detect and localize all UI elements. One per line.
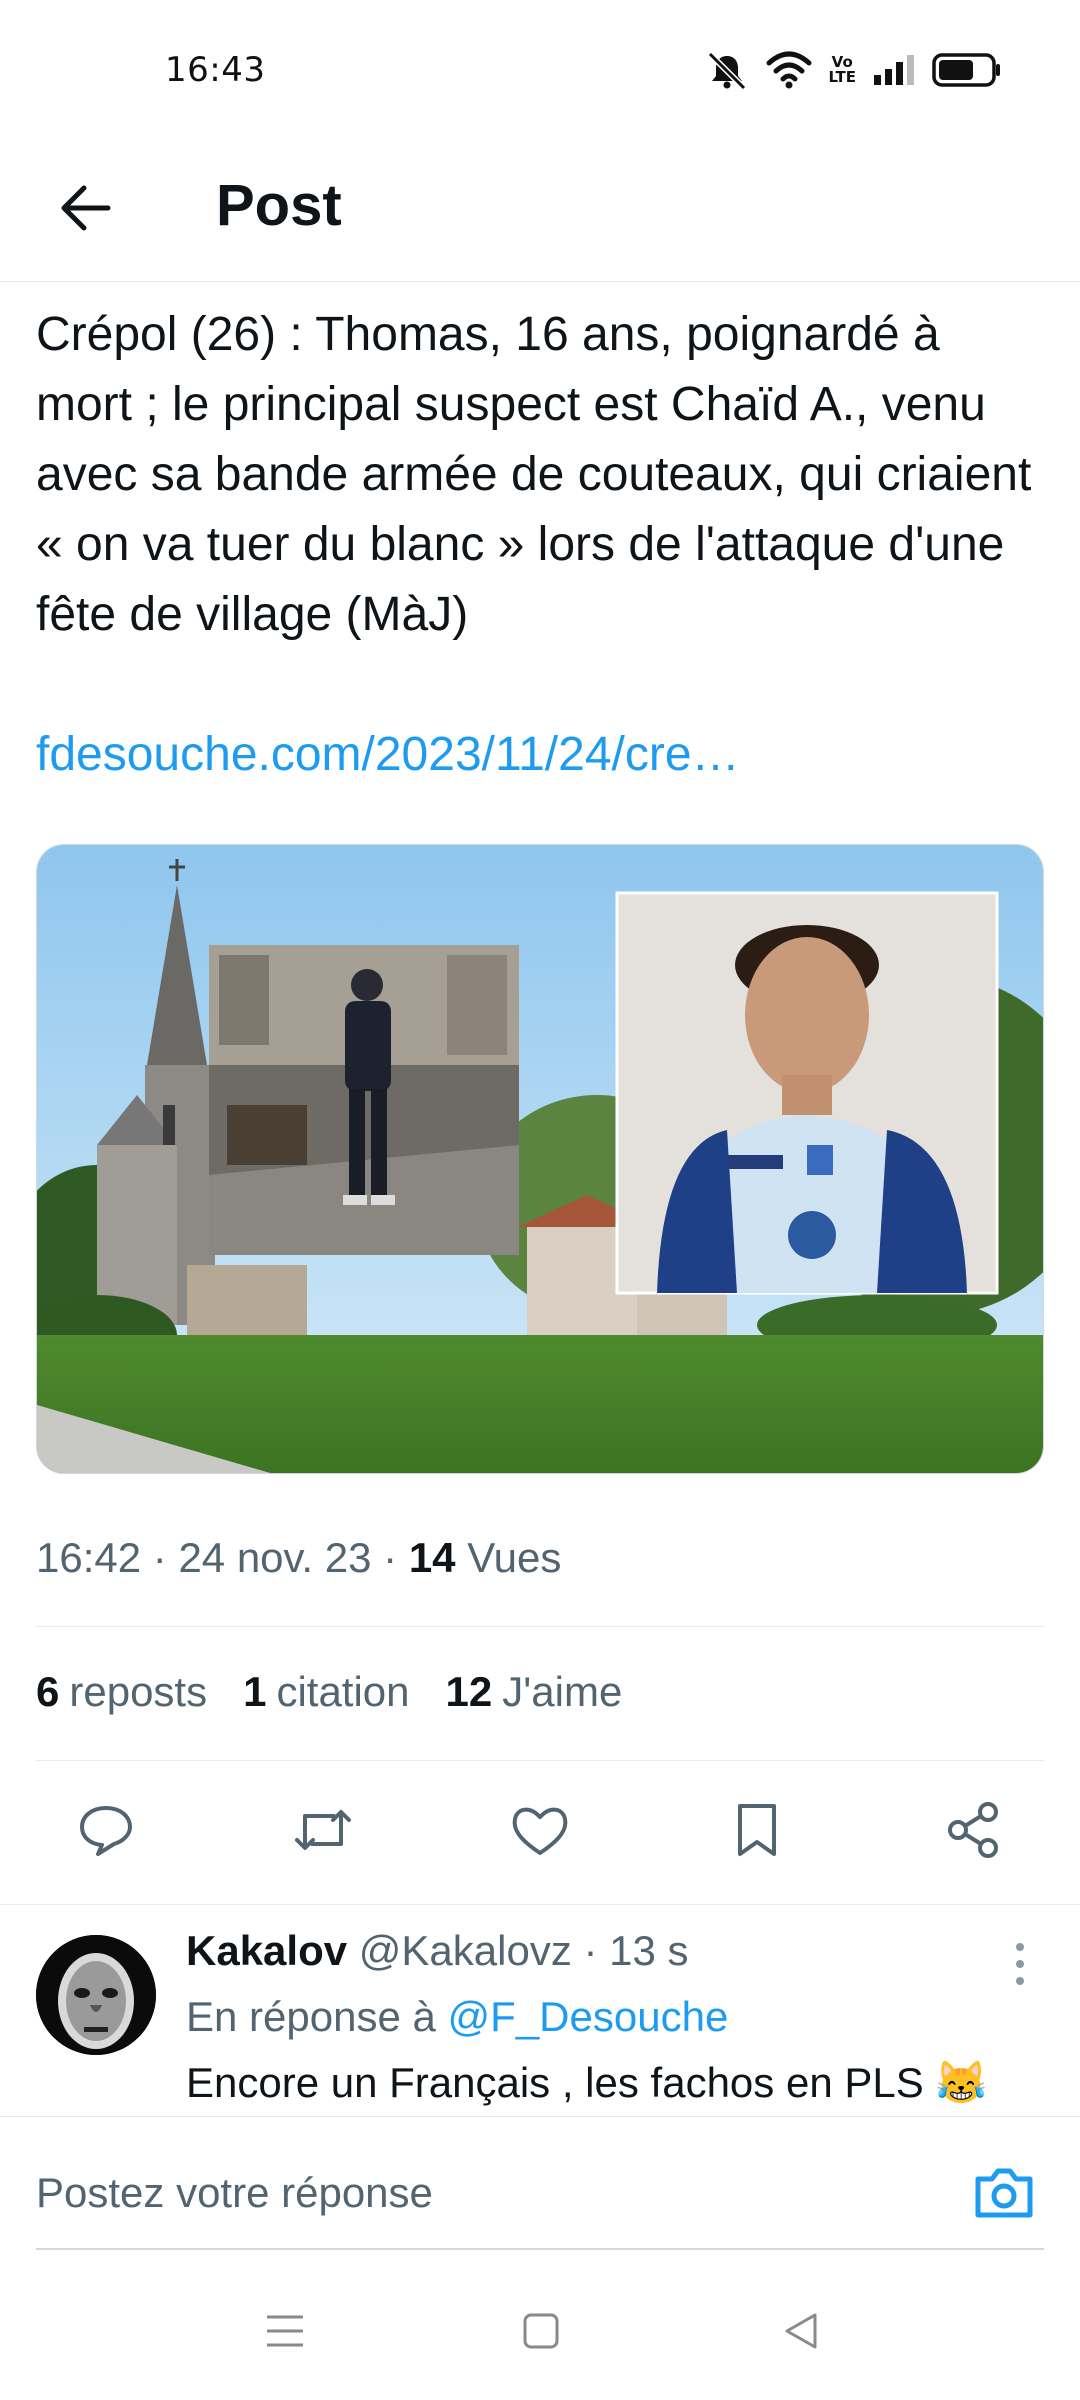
camera-icon <box>975 2168 1033 2218</box>
camera-button[interactable] <box>972 2163 1036 2223</box>
post-time: 16:42 <box>36 1534 142 1581</box>
bookmark-button[interactable] <box>721 1794 793 1866</box>
battery-icon <box>932 52 1002 88</box>
wifi-icon <box>766 51 812 89</box>
post-image[interactable] <box>36 844 1044 1474</box>
reply-author-name[interactable]: Kakalov <box>186 1927 347 1974</box>
reply-body: Encore un Français , les fachos en PLS <box>186 2059 924 2106</box>
reply-button[interactable] <box>70 1794 142 1866</box>
quotes-label: citation <box>276 1668 410 1715</box>
volte-bottom-label: LTE <box>828 68 856 86</box>
more-options-button[interactable] <box>1010 1939 1030 1989</box>
reply-author-handle[interactable]: @Kakalovz <box>359 1927 572 1974</box>
status-bar: 16:43 Vo LTE <box>0 0 1080 140</box>
more-vertical-icon <box>1016 1943 1024 1985</box>
menu-button[interactable] <box>260 2306 310 2356</box>
meta-separator: · <box>152 1534 179 1581</box>
reply-composer: Postez votre réponse <box>0 2116 1080 2256</box>
post-meta: 16:42 · 24 nov. 23 · 14 Vues <box>36 1534 561 1582</box>
nav-back-button[interactable] <box>776 2306 826 2356</box>
avatar[interactable] <box>36 1935 156 2055</box>
page-title: Post <box>216 173 342 238</box>
back-button[interactable] <box>48 170 124 246</box>
system-navigation-bar <box>0 2256 1080 2400</box>
post-stats: 6 reposts 1 citation 12 J'aime <box>36 1668 622 1716</box>
reposts-label: reposts <box>69 1668 208 1715</box>
mute-icon <box>704 50 750 90</box>
share-button[interactable] <box>938 1794 1010 1866</box>
repost-icon <box>295 1810 351 1850</box>
views-label: Vues <box>467 1534 562 1581</box>
post-date: 24 nov. 23 <box>178 1534 372 1581</box>
divider <box>36 1626 1044 1627</box>
reposts-stat[interactable]: 6 reposts <box>36 1668 207 1716</box>
reply-age: 13 s <box>609 1927 689 1974</box>
top-app-bar: Post <box>0 140 1080 282</box>
cat-laughing-emoji: 😹 <box>935 2059 988 2106</box>
back-triangle-icon <box>785 2313 817 2349</box>
post-link[interactable]: fdesouche.com/2023/11/24/cre… <box>36 720 740 790</box>
post-image-illustration <box>37 845 1043 1473</box>
home-square-icon <box>523 2313 559 2349</box>
quotes-count: 1 <box>243 1668 267 1715</box>
likes-count: 12 <box>445 1668 493 1715</box>
in-reply-to-label: En réponse à <box>186 1993 436 2040</box>
home-button[interactable] <box>516 2306 566 2356</box>
signal-icon <box>872 53 916 87</box>
post-action-bar <box>36 1790 1044 1870</box>
post-text: Crépol (26) : Thomas, 16 ans, poignardé … <box>36 308 1032 641</box>
status-icons: Vo LTE <box>704 48 1002 92</box>
bookmark-icon <box>738 1804 776 1856</box>
menu-icon <box>267 2315 303 2347</box>
likes-label: J'aime <box>502 1668 623 1715</box>
quotes-stat[interactable]: 1 citation <box>243 1668 409 1716</box>
reply-icon <box>80 1806 132 1856</box>
reply-input[interactable]: Postez votre réponse <box>36 2169 433 2217</box>
meta-separator: · <box>583 1927 610 1974</box>
reply-item[interactable]: Kakalov @Kakalovz · 13 s En réponse à @F… <box>0 1905 1080 2115</box>
volte-icon: Vo LTE <box>828 55 856 85</box>
like-button[interactable] <box>504 1794 576 1866</box>
share-icon <box>948 1802 998 1858</box>
views-count: 14 <box>408 1534 456 1581</box>
in-reply-to-mention[interactable]: @F_Desouche <box>448 1993 729 2040</box>
in-reply-to: En réponse à @F_Desouche <box>186 1993 728 2041</box>
divider <box>36 1760 1044 1761</box>
status-time: 16:43 <box>165 50 266 90</box>
composer-underline <box>36 2248 1044 2250</box>
arrow-left-icon <box>61 185 111 231</box>
reply-text: Encore un Français , les fachos en PLS 😹 <box>186 2059 988 2108</box>
like-icon <box>512 1807 568 1855</box>
avatar-face-image <box>36 1935 156 2055</box>
meta-separator: · <box>383 1534 409 1581</box>
repost-button[interactable] <box>287 1794 359 1866</box>
likes-stat[interactable]: 12 J'aime <box>446 1668 623 1716</box>
reposts-count: 6 <box>36 1668 60 1715</box>
reply-header: Kakalov @Kakalovz · 13 s <box>186 1927 689 1975</box>
